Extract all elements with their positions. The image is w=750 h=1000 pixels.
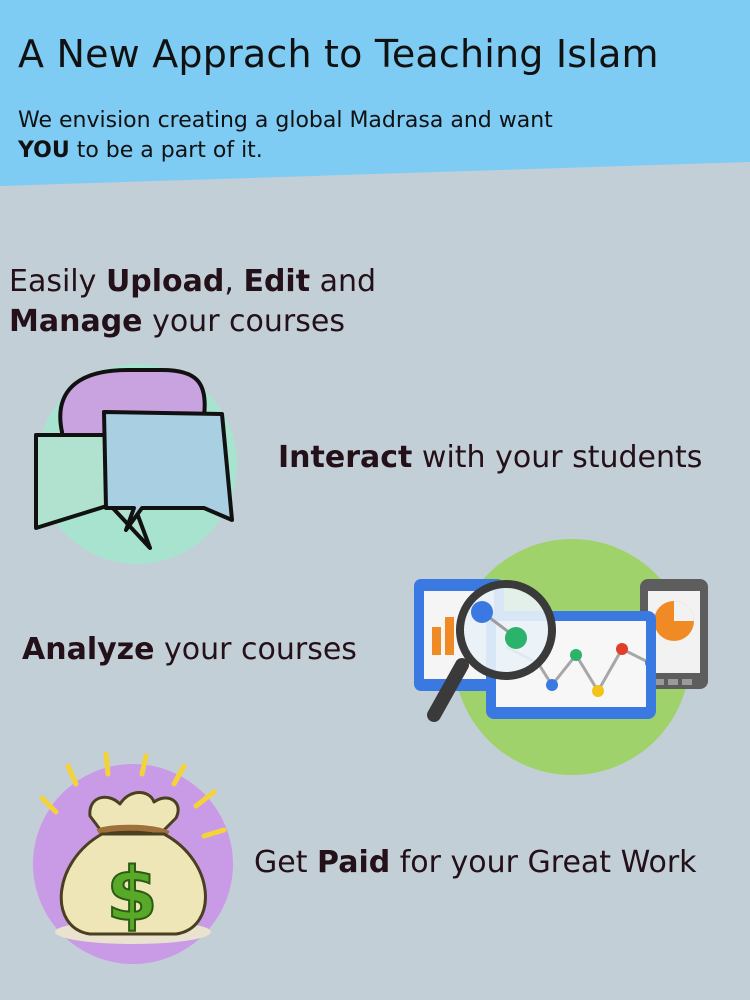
feature-text: Get [254,845,318,880]
feature-keyword: Upload [105,264,225,299]
subtitle-text-end: to be a part of it. [69,138,263,163]
feature-text: your courses [154,632,357,667]
feature-text: , [224,264,244,299]
feature-keyword: Edit [243,264,311,299]
feature-keyword: Paid [317,845,391,880]
feature-text: for your Great Work [390,845,697,880]
money-bag-icon: $ [33,752,233,964]
feature-text: your courses [142,304,345,339]
svg-text:$: $ [106,852,158,938]
chat-bubbles-icon [34,364,237,564]
feature-text: and [310,264,377,299]
feature-interact: Interact with your students [278,438,702,478]
page-subtitle: We envision creating a global Madrasa an… [18,106,578,166]
feature-get-paid: Get Paid for your Great Work [254,843,697,883]
feature-analyze: Analyze your courses [22,630,357,670]
subtitle-text: We envision creating a global Madrasa an… [18,108,553,133]
feature-keyword: Interact [278,440,413,475]
page-title: A New Apprach to Teaching Islam [18,32,659,76]
feature-keyword: Manage [9,304,143,339]
feature-keyword: Analyze [22,632,155,667]
feature-upload-edit-manage: Easily Upload, Edit and Manage your cours… [9,262,376,342]
analytics-magnifier-icon [414,539,708,775]
feature-text: Easily [9,264,106,299]
subtitle-emphasis: YOU [18,138,70,163]
feature-text: with your students [412,440,703,475]
